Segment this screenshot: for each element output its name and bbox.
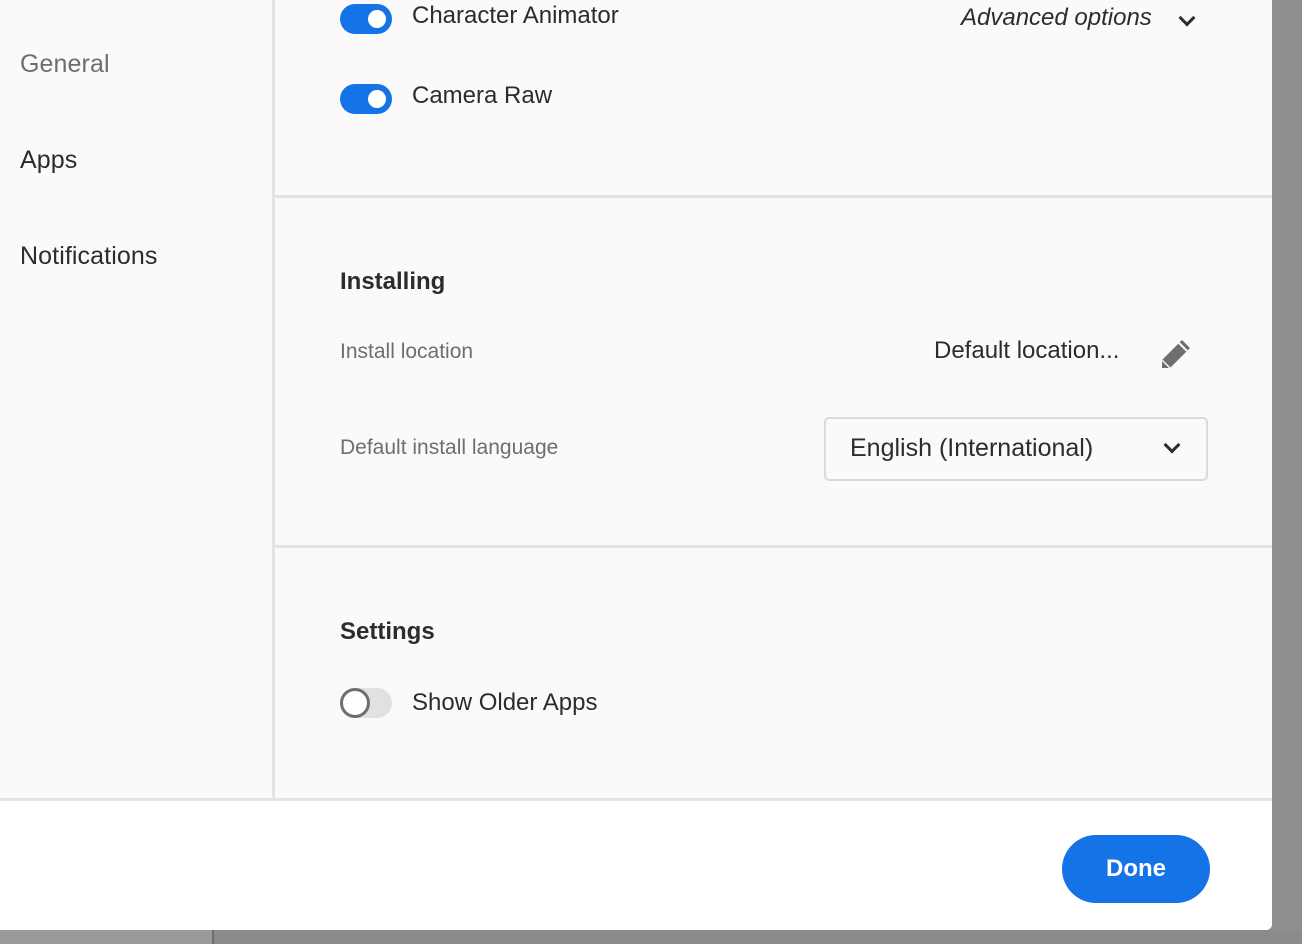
backdrop-left-panel bbox=[0, 930, 212, 944]
default-language-label: Default install language bbox=[340, 436, 559, 459]
sidebar-item-apps[interactable]: Apps bbox=[20, 146, 77, 175]
language-select[interactable]: English (International) bbox=[824, 417, 1208, 481]
character-animator-toggle[interactable] bbox=[340, 4, 392, 34]
settings-title: Settings bbox=[340, 618, 435, 645]
advanced-options-link[interactable]: Advanced options bbox=[961, 4, 1152, 32]
toggle-knob bbox=[340, 688, 370, 718]
character-animator-label: Character Animator bbox=[412, 2, 619, 29]
show-older-apps-toggle[interactable] bbox=[340, 688, 392, 718]
backdrop-divider bbox=[212, 930, 214, 944]
section-divider bbox=[275, 545, 1272, 548]
install-location-label: Install location bbox=[340, 340, 474, 363]
advanced-options-label: Advanced options bbox=[961, 4, 1152, 31]
chevron-down-icon[interactable] bbox=[1178, 9, 1196, 27]
installing-title: Installing bbox=[340, 268, 446, 295]
done-button[interactable]: Done bbox=[1062, 835, 1210, 903]
sidebar-item-general[interactable]: General bbox=[20, 50, 110, 79]
sidebar-item-notifications[interactable]: Notifications bbox=[20, 242, 157, 271]
pencil-icon[interactable] bbox=[1158, 336, 1194, 372]
camera-raw-label: Camera Raw bbox=[412, 82, 553, 109]
install-location-value: Default location... bbox=[934, 337, 1120, 364]
sidebar: General Apps Notifications bbox=[0, 0, 272, 798]
main-content: Character Animator Advanced options Came… bbox=[275, 0, 1272, 798]
toggle-knob bbox=[368, 90, 386, 108]
camera-raw-toggle[interactable] bbox=[340, 84, 392, 114]
show-older-apps-label: Show Older Apps bbox=[412, 689, 598, 716]
language-select-value: English (International) bbox=[850, 434, 1094, 462]
chevron-down-icon bbox=[1163, 436, 1181, 454]
toggle-knob bbox=[368, 10, 386, 28]
dialog-footer: Done bbox=[0, 798, 1272, 930]
section-divider bbox=[275, 195, 1272, 198]
preferences-dialog: General Apps Notifications Character Ani… bbox=[0, 0, 1272, 930]
